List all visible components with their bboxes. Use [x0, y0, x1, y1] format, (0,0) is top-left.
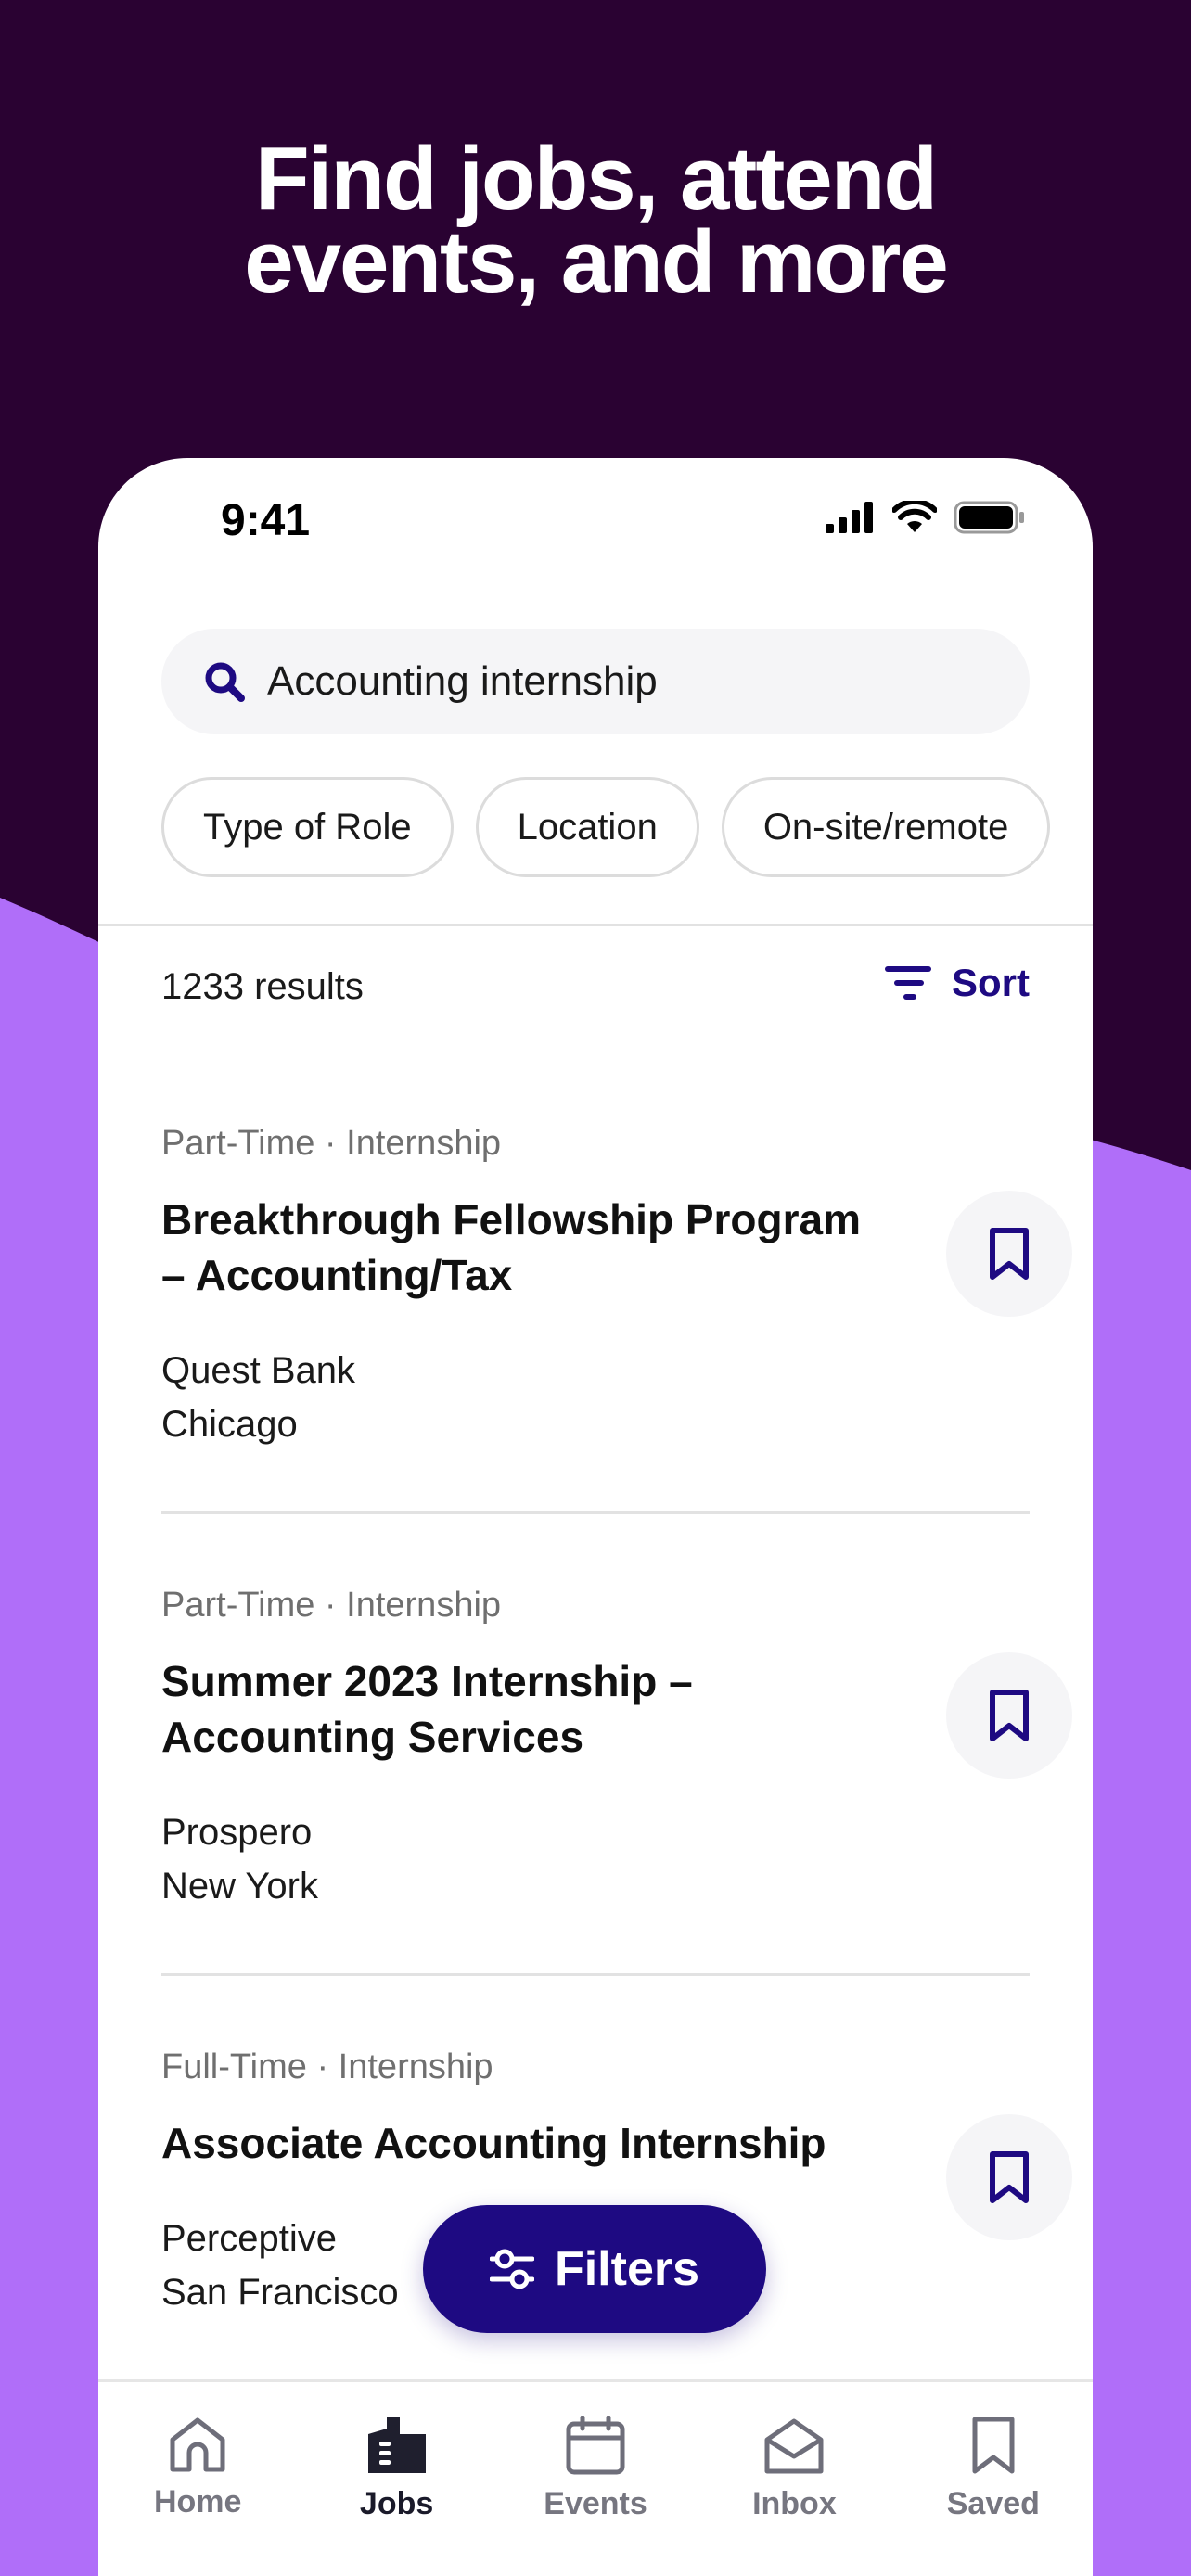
- sliders-icon: [489, 2249, 534, 2289]
- inbox-envelope-icon: [764, 2418, 824, 2474]
- bookmark-icon: [990, 2151, 1029, 2203]
- filters-label: Filters: [554, 2242, 700, 2296]
- bookmark-icon: [990, 1228, 1029, 1280]
- results-count: 1233 results: [161, 966, 364, 1007]
- tab-jobs[interactable]: Jobs: [297, 2382, 495, 2576]
- chip-onsite-remote[interactable]: On-site/remote: [721, 777, 1051, 877]
- bookmark-button[interactable]: [946, 2114, 1072, 2240]
- job-meta: Part-Time · Internship: [161, 1124, 502, 1163]
- bookmark-icon: [972, 2417, 1015, 2474]
- phone-frame: 9:41 Accounting internship Type of Role …: [98, 458, 1093, 2576]
- battery-icon: [954, 501, 1024, 534]
- status-bar: 9:41: [98, 458, 1093, 579]
- tab-home[interactable]: Home: [98, 2382, 297, 2576]
- search-input[interactable]: Accounting internship: [267, 658, 658, 705]
- bookmark-icon: [990, 1690, 1029, 1741]
- bookmark-button[interactable]: [946, 1652, 1072, 1779]
- filter-chips: Type of Role Location On-site/remote: [161, 777, 1051, 877]
- job-divider: [161, 1973, 1030, 1976]
- job-meta: Part-Time · Internship: [161, 1586, 502, 1625]
- job-city: New York: [161, 1866, 318, 1906]
- sort-icon: [885, 966, 931, 1000]
- job-company: Quest Bank: [161, 1350, 356, 1391]
- job-card[interactable]: Part-Time · Internship Breakthrough Fell…: [161, 1124, 1093, 1451]
- job-title[interactable]: Summer 2023 Internship – Accounting Serv…: [161, 1653, 885, 1765]
- tab-label: Events: [544, 2486, 647, 2521]
- chip-type-of-role[interactable]: Type of Role: [161, 777, 454, 877]
- home-icon: [170, 2417, 225, 2472]
- tab-events[interactable]: Events: [496, 2382, 695, 2576]
- chip-location[interactable]: Location: [475, 777, 699, 877]
- tab-saved[interactable]: Saved: [894, 2382, 1093, 2576]
- job-title[interactable]: Breakthrough Fellowship Program – Accoun…: [161, 1192, 885, 1303]
- job-divider: [161, 1511, 1030, 1514]
- tab-label: Jobs: [359, 2486, 434, 2521]
- job-title[interactable]: Associate Accounting Internship: [161, 2115, 885, 2171]
- job-city: Chicago: [161, 1404, 298, 1445]
- wifi-icon: [892, 501, 937, 532]
- sort-label: Sort: [952, 961, 1030, 1004]
- search-icon: [205, 662, 245, 702]
- header-divider: [98, 924, 1093, 926]
- tab-label: Saved: [946, 2486, 1040, 2521]
- headline-line-1: Find jobs, attend: [255, 129, 938, 228]
- job-card[interactable]: Part-Time · Internship Summer 2023 Inter…: [161, 1586, 1093, 1913]
- tab-inbox[interactable]: Inbox: [695, 2382, 893, 2576]
- tab-label: Home: [153, 2484, 242, 2519]
- search-bar[interactable]: Accounting internship: [161, 629, 1030, 734]
- page-headline: Find jobs, attend events, and more: [0, 129, 1191, 312]
- bottom-tab-bar: Home Jobs Events Inbox Saved: [98, 2379, 1093, 2576]
- cellular-signal-icon: [826, 502, 873, 533]
- status-icons: [826, 501, 1026, 534]
- sort-button[interactable]: Sort: [885, 961, 1030, 1005]
- bookmark-button[interactable]: [946, 1191, 1072, 1317]
- job-company: Prospero: [161, 1812, 313, 1853]
- jobs-building-icon: [367, 2417, 426, 2473]
- status-time: 9:41: [221, 496, 311, 545]
- calendar-icon: [566, 2416, 625, 2475]
- headline-line-2: events, and more: [244, 212, 949, 312]
- filters-button[interactable]: Filters: [423, 2205, 766, 2333]
- tab-label: Inbox: [752, 2486, 837, 2521]
- job-meta: Full-Time · Internship: [161, 2047, 493, 2086]
